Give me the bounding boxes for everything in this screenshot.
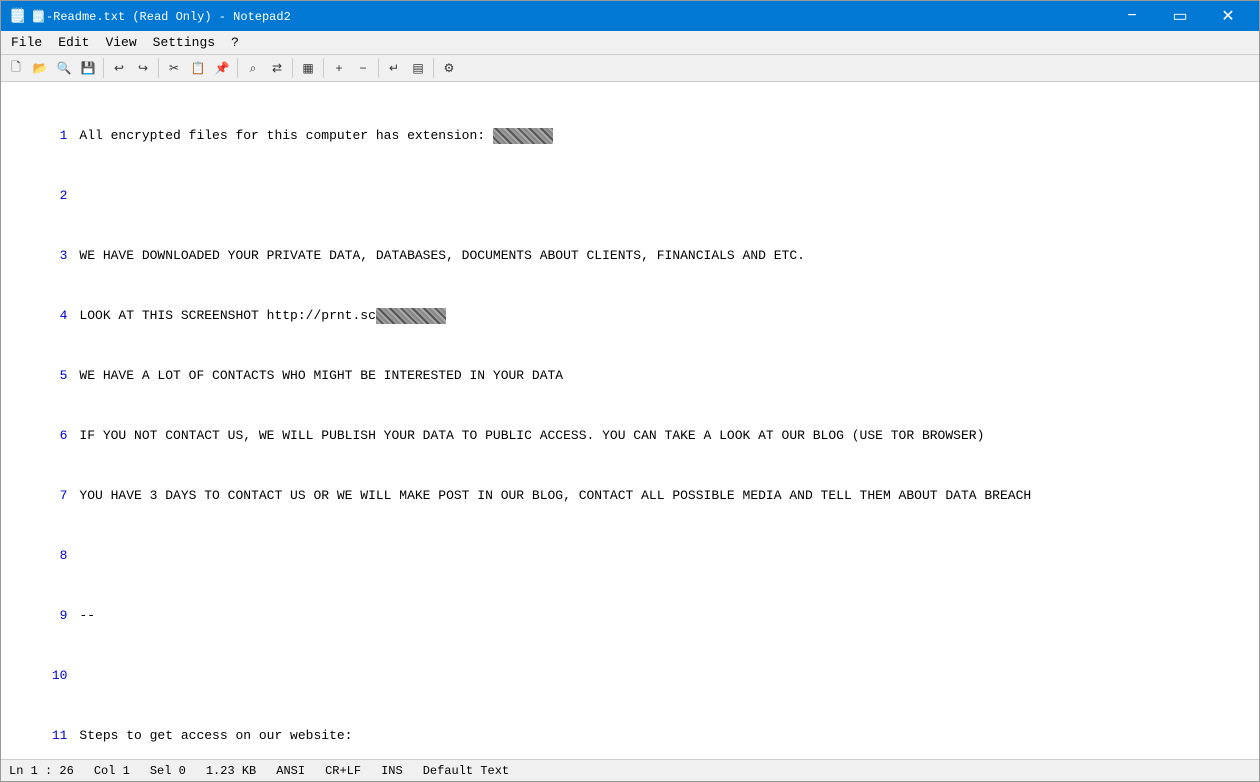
line-7: YOU HAVE 3 DAYS TO CONTACT US OR WE WILL…: [79, 486, 1255, 506]
status-line-ending: CR+LF: [325, 764, 361, 778]
line-4: LOOK AT THIS SCREENSHOT http://prnt.sc: [79, 306, 1255, 326]
line-1: All encrypted files for this computer ha…: [79, 126, 1255, 146]
minimize-button[interactable]: −: [1109, 1, 1155, 31]
new-button[interactable]: 🗋: [5, 57, 27, 79]
ln1: 1: [5, 126, 67, 146]
ln9: 9: [5, 606, 67, 626]
line-10: [79, 666, 1255, 686]
wrap-button[interactable]: ↵: [383, 57, 405, 79]
tb-sep4: [292, 58, 293, 78]
close-button[interactable]: ✕: [1205, 1, 1251, 31]
find-file-button[interactable]: 🔍: [53, 57, 75, 79]
ln11: 11: [5, 726, 67, 746]
scheme-button[interactable]: ▤: [407, 57, 429, 79]
zoom-out-button[interactable]: −: [352, 57, 374, 79]
status-col: Col 1: [94, 764, 130, 778]
window-title: 🗒️-Readme.txt (Read Only) - Notepad2: [31, 9, 291, 24]
app-icon: 🗒️: [9, 8, 25, 24]
extension-encrypted: [493, 128, 553, 144]
title-bar: 🗒️ 🗒️-Readme.txt (Read Only) - Notepad2 …: [1, 1, 1259, 31]
ln10: 10: [5, 666, 67, 686]
status-mode: Default Text: [423, 764, 509, 778]
menu-help[interactable]: ?: [225, 33, 245, 52]
status-encoding: ANSI: [276, 764, 305, 778]
tb-sep5: [323, 58, 324, 78]
status-ins: INS: [381, 764, 403, 778]
line-11: Steps to get access on our website:: [79, 726, 1255, 746]
status-bar: Ln 1 : 26 Col 1 Sel 0 1.23 KB ANSI CR+LF…: [1, 759, 1259, 781]
title-bar-controls: − ▭ ✕: [1109, 1, 1251, 31]
editor-content: 1 2 3 4 5 6 7 8 9 10 11 12 13 14 15 16 1…: [1, 82, 1259, 759]
tb-sep3: [237, 58, 238, 78]
line-3: WE HAVE DOWNLOADED YOUR PRIVATE DATA, DA…: [79, 246, 1255, 266]
title-bar-left: 🗒️ 🗒️-Readme.txt (Read Only) - Notepad2: [9, 8, 291, 24]
tb-sep2: [158, 58, 159, 78]
line-9: --: [79, 606, 1255, 626]
ln5: 5: [5, 366, 67, 386]
copy-button[interactable]: 📋: [187, 57, 209, 79]
main-window: 🗒️ 🗒️-Readme.txt (Read Only) - Notepad2 …: [0, 0, 1260, 782]
zoom-in-button[interactable]: +: [328, 57, 350, 79]
line-5: WE HAVE A LOT OF CONTACTS WHO MIGHT BE I…: [79, 366, 1255, 386]
undo-button[interactable]: ↩: [108, 57, 130, 79]
paste-button[interactable]: 📌: [211, 57, 233, 79]
url-encrypted: [376, 308, 446, 324]
line-8: [79, 546, 1255, 566]
tb-sep1: [103, 58, 104, 78]
menu-edit[interactable]: Edit: [52, 33, 95, 52]
line-6: IF YOU NOT CONTACT US, WE WILL PUBLISH Y…: [79, 426, 1255, 446]
ln2: 2: [5, 186, 67, 206]
ln8: 8: [5, 546, 67, 566]
status-filesize: 1.23 KB: [206, 764, 256, 778]
save-button[interactable]: 💾: [77, 57, 99, 79]
status-sel: Sel 0: [150, 764, 186, 778]
ln7: 7: [5, 486, 67, 506]
text-area[interactable]: All encrypted files for this computer ha…: [73, 82, 1259, 759]
redo-button[interactable]: ↪: [132, 57, 154, 79]
find-button[interactable]: ⌕: [242, 57, 264, 79]
menu-view[interactable]: View: [99, 33, 142, 52]
tb-sep6: [378, 58, 379, 78]
line-numbers: 1 2 3 4 5 6 7 8 9 10 11 12 13 14 15 16 1…: [1, 82, 73, 759]
replace-button[interactable]: ⇄: [266, 57, 288, 79]
line-2: [79, 186, 1255, 206]
menu-file[interactable]: File: [5, 33, 48, 52]
status-position: Ln 1 : 26: [9, 764, 74, 778]
maximize-button[interactable]: ▭: [1157, 1, 1203, 31]
toolbar: 🗋 📂 🔍 💾 ↩ ↪ ✂ 📋 📌 ⌕ ⇄ ▦ + − ↵ ▤ ⚙: [1, 55, 1259, 82]
editor-area[interactable]: 1 2 3 4 5 6 7 8 9 10 11 12 13 14 15 16 1…: [1, 82, 1259, 759]
menu-bar: File Edit View Settings ?: [1, 31, 1259, 55]
settings-button[interactable]: ⚙: [438, 57, 460, 79]
tb-sep7: [433, 58, 434, 78]
ln4: 4: [5, 306, 67, 326]
ln6: 6: [5, 426, 67, 446]
open-button[interactable]: 📂: [29, 57, 51, 79]
cut-button[interactable]: ✂: [163, 57, 185, 79]
menu-settings[interactable]: Settings: [147, 33, 221, 52]
select-all-button[interactable]: ▦: [297, 57, 319, 79]
ln3: 3: [5, 246, 67, 266]
